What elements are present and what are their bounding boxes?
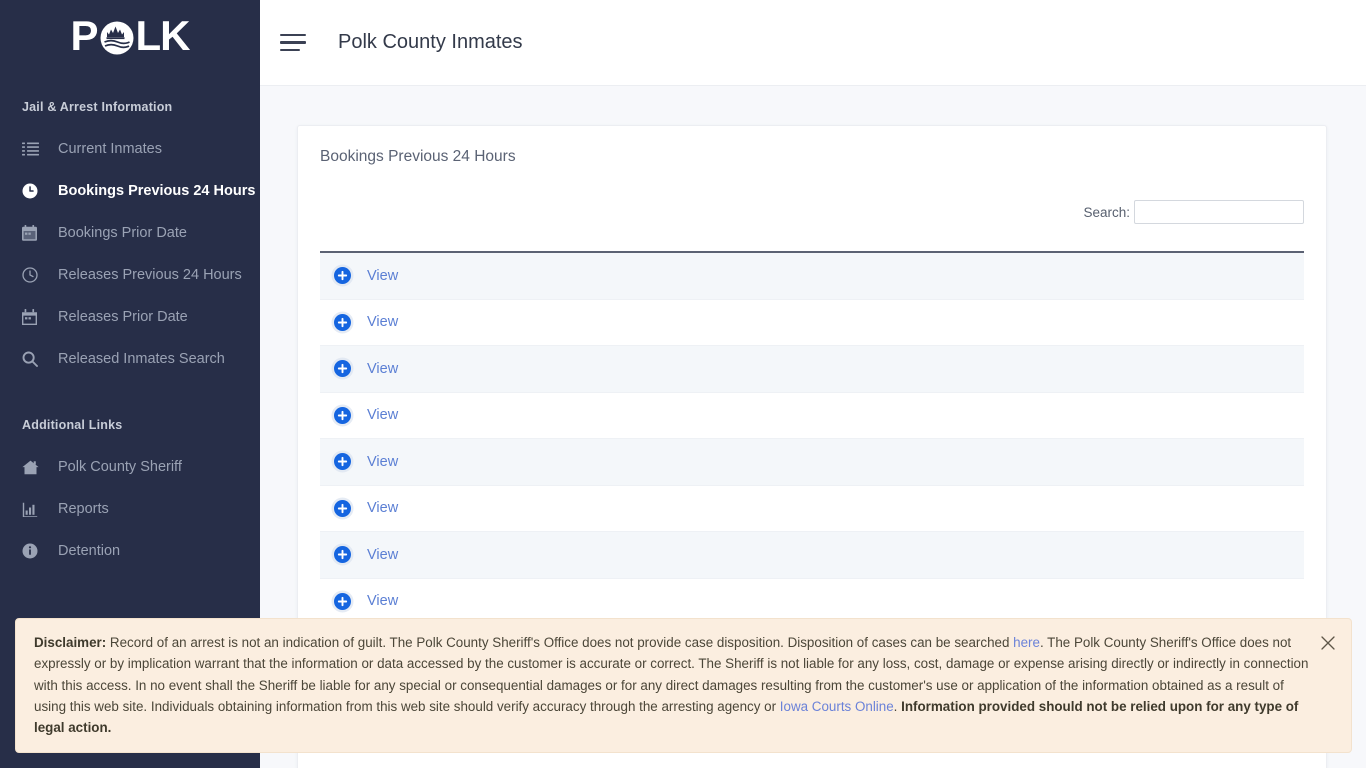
- table-row: View: [320, 299, 1304, 346]
- sidebar-item-bookings-previous-24-hours[interactable]: Bookings Previous 24 Hours: [0, 170, 260, 212]
- sidebar-item-releases-previous-24-hours[interactable]: Releases Previous 24 Hours: [0, 254, 260, 296]
- view-link[interactable]: View: [367, 407, 398, 423]
- disclaimer-link-iowa-courts-online[interactable]: Iowa Courts Online: [780, 699, 894, 714]
- disclaimer-banner: Disclaimer: Record of an arrest is not a…: [15, 618, 1352, 754]
- disclaimer-text-1: Record of an arrest is not an indication…: [106, 635, 1014, 650]
- view-link[interactable]: View: [367, 268, 398, 284]
- sidebar-item-polk-county-sheriff[interactable]: Polk County Sheriff: [0, 446, 260, 488]
- sidebar-item-label: Releases Previous 24 Hours: [58, 267, 242, 283]
- table-row: View: [320, 253, 1304, 300]
- hamburger-icon[interactable]: [278, 25, 314, 61]
- disclaimer-text-3: .: [893, 698, 902, 714]
- sidebar-item-label: Releases Prior Date: [58, 309, 188, 325]
- sidebar-section-heading-additional: Additional Links: [22, 418, 123, 432]
- search-icon: [22, 350, 44, 368]
- sidebar-item-label: Bookings Previous 24 Hours: [58, 183, 256, 199]
- plus-circle-icon[interactable]: [334, 267, 351, 285]
- sidebar-item-bookings-prior-date[interactable]: Bookings Prior Date: [0, 212, 260, 254]
- table-row: View: [320, 346, 1304, 393]
- logo-text-post: LK: [135, 12, 191, 59]
- calendar-filled-icon: [22, 224, 44, 242]
- table-row: View: [320, 439, 1304, 486]
- disclaimer-bold-lead: Disclaimer:: [34, 635, 107, 650]
- plus-circle-icon[interactable]: [334, 592, 351, 610]
- sidebar-item-label: Bookings Prior Date: [58, 225, 187, 241]
- close-icon[interactable]: [1317, 632, 1339, 654]
- clock-outline-icon: [22, 266, 44, 284]
- plus-circle-icon[interactable]: [334, 453, 351, 471]
- view-link[interactable]: View: [367, 361, 398, 377]
- page-root: P LK Jail & Arrest Information Current I…: [0, 0, 1366, 768]
- sidebar-item-reports[interactable]: Reports: [0, 488, 260, 530]
- table-row: View: [320, 485, 1304, 532]
- sidebar-item-label: Current Inmates: [58, 141, 162, 157]
- search-input[interactable]: [1134, 200, 1304, 224]
- bar-chart-icon: [22, 500, 44, 518]
- calendar-outline-icon: [22, 308, 44, 326]
- plus-circle-icon[interactable]: [334, 360, 351, 378]
- sidebar-item-label: Detention: [58, 543, 121, 559]
- sidebar-item-detention[interactable]: Detention: [0, 530, 260, 572]
- disclaimer-text: Disclaimer: Record of an arrest is not a…: [34, 632, 1309, 738]
- plus-circle-icon[interactable]: [334, 406, 351, 424]
- sidebar-item-label: Polk County Sheriff: [58, 459, 182, 475]
- sidebar-item-releases-prior-date[interactable]: Releases Prior Date: [0, 296, 260, 338]
- sidebar-section-heading-jail: Jail & Arrest Information: [22, 100, 173, 114]
- card-title: Bookings Previous 24 Hours: [320, 148, 516, 165]
- table-row: View: [320, 392, 1304, 439]
- plus-circle-icon[interactable]: [334, 499, 351, 517]
- clock-filled-icon: [22, 182, 44, 200]
- view-link[interactable]: View: [367, 500, 398, 516]
- page-title: Polk County Inmates: [338, 31, 523, 53]
- home-icon: [22, 458, 44, 476]
- search-row: Search:: [298, 166, 1326, 224]
- brand-logo[interactable]: P LK: [0, 0, 260, 72]
- sidebar-item-label: Reports: [58, 501, 109, 517]
- view-link[interactable]: View: [367, 547, 398, 563]
- logo-text-pre: P: [70, 12, 98, 59]
- polk-capitol-emblem-icon: [99, 20, 135, 56]
- plus-circle-icon[interactable]: [334, 546, 351, 564]
- sidebar-item-released-inmates-search[interactable]: Released Inmates Search: [0, 338, 260, 380]
- sidebar-item-current-inmates[interactable]: Current Inmates: [0, 128, 260, 170]
- sidebar-item-label: Released Inmates Search: [58, 351, 225, 367]
- view-link[interactable]: View: [367, 314, 398, 330]
- top-header: Polk County Inmates: [260, 0, 1366, 86]
- disclaimer-link-here[interactable]: here: [1013, 635, 1040, 650]
- plus-circle-icon[interactable]: [334, 313, 351, 331]
- search-label: Search:: [1083, 204, 1130, 220]
- list-icon: [22, 140, 44, 158]
- view-link[interactable]: View: [367, 454, 398, 470]
- table-row: View: [320, 532, 1304, 579]
- view-link[interactable]: View: [367, 593, 398, 609]
- info-circle-icon: [22, 542, 44, 560]
